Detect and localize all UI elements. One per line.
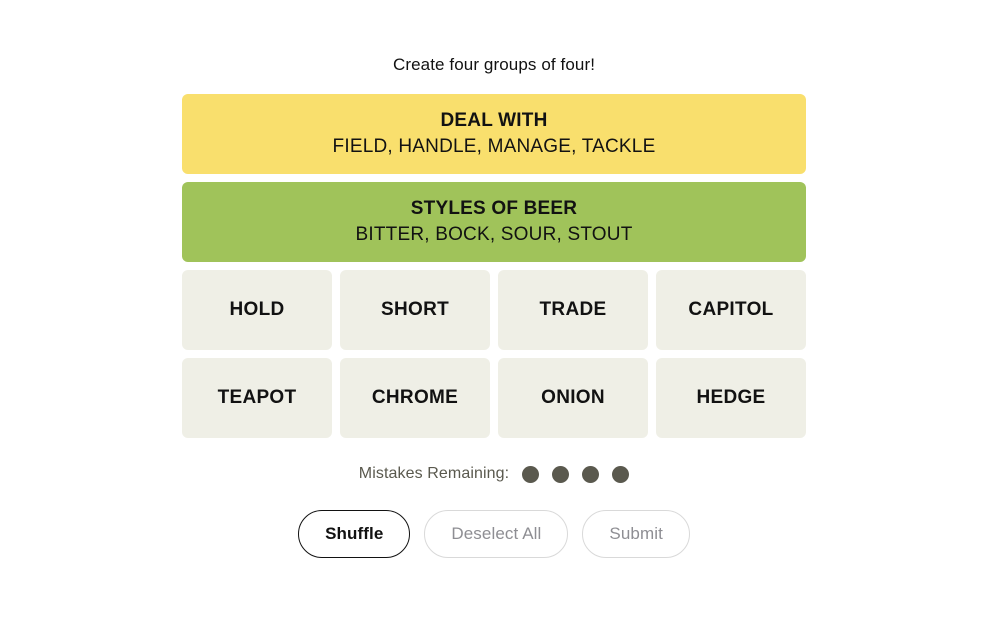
solved-group-yellow: DEAL WITH FIELD, HANDLE, MANAGE, TACKLE: [182, 94, 806, 174]
shuffle-button[interactable]: Shuffle: [298, 510, 411, 558]
mistake-dot: [612, 465, 630, 483]
mistake-dot: [552, 465, 570, 483]
word-tile[interactable]: HOLD: [182, 270, 332, 350]
mistake-dot: [522, 465, 540, 483]
mistakes-label: Mistakes Remaining:: [358, 465, 510, 482]
page-subtitle: Create four groups of four!: [392, 55, 596, 74]
tile-row: HOLD SHORT TRADE CAPITOL: [182, 270, 806, 350]
solved-group-members: FIELD, HANDLE, MANAGE, TACKLE: [332, 135, 656, 157]
word-tile[interactable]: ONION: [498, 358, 648, 438]
deselect-all-button[interactable]: Deselect All: [424, 510, 569, 558]
solved-group-title: DEAL WITH: [440, 109, 548, 131]
word-tile[interactable]: CHROME: [340, 358, 490, 438]
tile-row: TEAPOT CHROME ONION HEDGE: [182, 358, 806, 438]
submit-button[interactable]: Submit: [582, 510, 690, 558]
game-board: DEAL WITH FIELD, HANDLE, MANAGE, TACKLE …: [182, 94, 806, 438]
action-buttons: Shuffle Deselect All Submit: [298, 510, 690, 558]
mistakes-dots: [522, 465, 630, 483]
solved-group-title: STYLES OF BEER: [410, 197, 578, 219]
mistakes-remaining: Mistakes Remaining:: [358, 462, 630, 486]
solved-group-members: BITTER, BOCK, SOUR, STOUT: [355, 223, 633, 245]
word-tile[interactable]: HEDGE: [656, 358, 806, 438]
solved-group-green: STYLES OF BEER BITTER, BOCK, SOUR, STOUT: [182, 182, 806, 262]
word-tile[interactable]: TEAPOT: [182, 358, 332, 438]
word-tile[interactable]: CAPITOL: [656, 270, 806, 350]
word-tile[interactable]: TRADE: [498, 270, 648, 350]
connections-game: Create four groups of four! DEAL WITH FI…: [0, 0, 988, 626]
word-tile[interactable]: SHORT: [340, 270, 490, 350]
mistake-dot: [582, 465, 600, 483]
